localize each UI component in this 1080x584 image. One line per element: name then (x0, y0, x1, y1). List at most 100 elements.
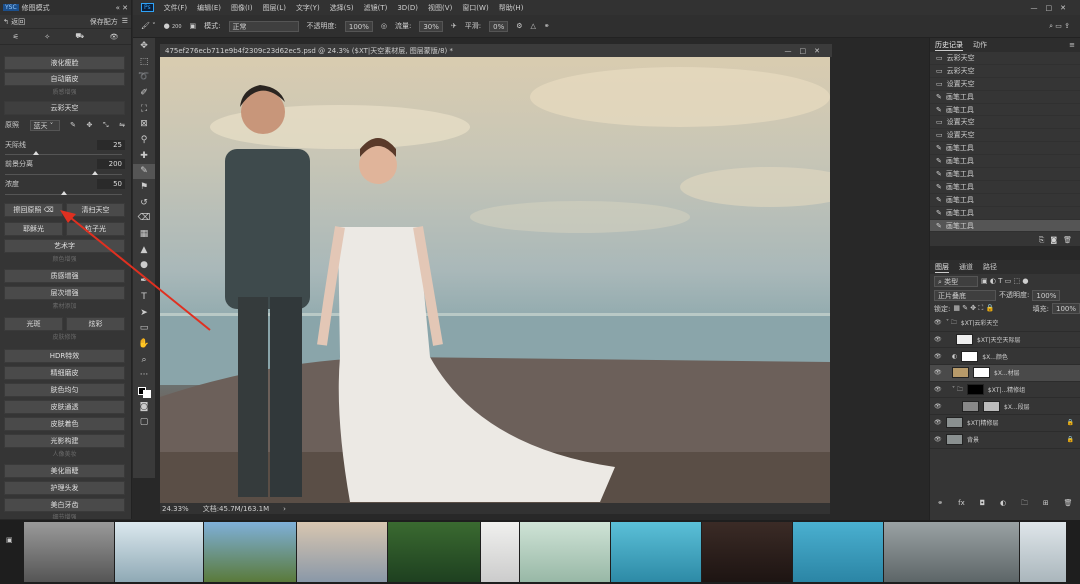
menu-icon[interactable]: ☰ (122, 17, 128, 27)
status-arrow-icon[interactable]: › (283, 505, 286, 513)
history-item[interactable]: ▭ 云彩天空 (930, 52, 1080, 65)
doc-window-controls[interactable]: —□✕ (785, 47, 828, 55)
more-icon[interactable]: ··· (133, 367, 155, 383)
flow-field[interactable]: 30% (419, 20, 443, 32)
add-mask-icon[interactable]: ◘ (980, 499, 986, 510)
history-item[interactable]: ▭ 设置天空 (930, 78, 1080, 91)
history-item[interactable]: ✎ 画笔工具 (930, 155, 1080, 169)
slider-thumb[interactable] (61, 191, 67, 195)
layer-row[interactable]: 👁 ˅ 🗀 $XT|云彩天空 (930, 315, 1080, 332)
thumbnail[interactable] (884, 522, 1019, 582)
fg-slider[interactable] (5, 171, 122, 175)
thumbnail[interactable] (24, 522, 114, 582)
eyedropper-icon[interactable]: ⚲ (133, 132, 155, 148)
layer-row[interactable]: 👁 $X...材层 (930, 365, 1080, 382)
gear-icon[interactable]: ⚙ (516, 22, 522, 30)
document-tab[interactable]: 475ef276ecb711e9b4f2309c23d62ec5.psd @ 2… (160, 44, 832, 57)
crop-tool-icon[interactable]: ⛶ (133, 101, 155, 117)
menu-help[interactable]: 帮助(H) (499, 3, 524, 13)
tab-paths[interactable]: 路径 (983, 262, 997, 272)
move-tool-icon[interactable]: ✥ (133, 38, 155, 54)
teeth-button[interactable]: 美白牙齿 (4, 498, 125, 512)
save-preset-button[interactable]: 保存配方 (90, 17, 118, 27)
transform-icon[interactable]: ⤡ (103, 121, 109, 130)
slider-value[interactable]: 50 (97, 179, 125, 189)
history-item[interactable]: ✎ 画笔工具 (930, 104, 1080, 117)
quickmask-icon[interactable]: ◙ (133, 399, 155, 415)
slider-value[interactable]: 200 (97, 159, 125, 169)
new-layer-icon[interactable]: ⊞ (1043, 499, 1049, 510)
eye-icon[interactable]: 👁 (934, 419, 942, 426)
tab-layers[interactable]: 图层 (935, 262, 949, 273)
pressure-opacity-icon[interactable]: ◎ (381, 22, 387, 30)
slider-value[interactable]: 25 (97, 140, 125, 150)
layer-row[interactable]: 👁 ◐ $X...颜色 (930, 348, 1080, 366)
history-item[interactable]: ✎ 画笔工具 (930, 168, 1080, 181)
layer-row[interactable]: 👁 $XT|精修层 🔒 (930, 415, 1080, 432)
adjustment-icon[interactable]: ◐ (1000, 499, 1006, 510)
lasso-tool-icon[interactable]: ➰ (133, 69, 155, 85)
history-item[interactable]: ▭ 设置天空 (930, 116, 1080, 130)
link-icon[interactable]: ⚭ (937, 499, 943, 510)
eye-icon[interactable]: 👁 (934, 436, 942, 443)
hair-button[interactable]: 护理头发 (4, 481, 125, 495)
history-item[interactable]: ✎ 画笔工具 (930, 181, 1080, 194)
menu-layer[interactable]: 图层(L) (263, 3, 286, 13)
thumbnail[interactable] (204, 522, 296, 582)
screen-mode-icon[interactable]: ▢ (133, 415, 155, 431)
color-swatch-icon[interactable] (133, 383, 155, 399)
camera-icon[interactable]: ◙ (1050, 236, 1057, 244)
tab-channels[interactable]: 通道 (959, 262, 973, 272)
history-item[interactable]: ✎ 画笔工具 (930, 194, 1080, 207)
layer-row[interactable]: 👁 背景 🔒 (930, 432, 1080, 449)
stamp-icon[interactable]: ⚑ (133, 179, 155, 195)
flip-icon[interactable]: ⇋ (119, 121, 125, 129)
snapshot-icon[interactable]: ⎘ (1039, 236, 1045, 245)
zoom-level[interactable]: 24.33% (162, 505, 189, 513)
lock-icons[interactable]: ▦ ✎ ✥ ⛶ 🔒 (953, 304, 994, 313)
airbrush-icon[interactable]: ✈ (451, 22, 457, 30)
search-icon[interactable]: ⌕ ▭ ⇪ (1049, 22, 1070, 31)
layer-kind-select[interactable]: ⌕ 类型 (934, 275, 978, 287)
tab-actions[interactable]: 动作 (973, 40, 987, 50)
layer-row[interactable]: 👁 $XT|天空天际层 (930, 332, 1080, 349)
sliders-icon[interactable]: ⚟ (13, 33, 19, 41)
thumbnail[interactable] (702, 522, 792, 582)
eyebrow-button[interactable]: 美化眉睫 (4, 464, 125, 478)
angle-icon[interactable]: △ (531, 22, 536, 30)
menu-filter[interactable]: 滤镜(T) (364, 3, 388, 13)
fx-icon[interactable]: fx (958, 499, 965, 510)
layer-opacity-field[interactable]: 100% (1032, 289, 1061, 301)
auto-skin-button[interactable]: 自动磨皮 (4, 72, 125, 86)
cart-icon[interactable]: ⛟ (75, 32, 84, 41)
thumbnail[interactable] (297, 522, 387, 582)
layer-row[interactable]: 👁 $X...段层 (930, 398, 1080, 416)
brush-icon[interactable]: ✎ (133, 163, 155, 180)
zoom-icon[interactable]: ⌕ (133, 352, 155, 368)
menu-3d[interactable]: 3D(D) (397, 4, 418, 12)
eye-icon[interactable]: 👁 (934, 336, 942, 343)
thumbnail[interactable] (388, 522, 480, 582)
skin-tone-button[interactable]: 皮肤着色 (4, 417, 125, 431)
spot-button[interactable]: 光斑 (4, 317, 63, 331)
smooth-field[interactable]: 0% (489, 20, 509, 32)
tab-history[interactable]: 历史记录 (935, 40, 963, 51)
eye-icon[interactable]: 👁 (934, 319, 942, 326)
thumbnail[interactable] (1020, 522, 1066, 582)
frame-tool-icon[interactable]: ⊠ (133, 116, 155, 132)
brush-tool-icon[interactable]: 🖌 ˅ (141, 22, 156, 30)
magic-icon[interactable]: ✧ (44, 33, 50, 41)
fill-field[interactable]: 100% (1051, 303, 1080, 314)
group-icon[interactable]: 🗀 (1021, 499, 1028, 510)
filmstrip-icon[interactable]: ▣ (6, 536, 13, 544)
density-slider[interactable] (5, 191, 122, 195)
menu-type[interactable]: 文字(Y) (296, 3, 320, 13)
thumbnail[interactable] (520, 522, 610, 582)
skin-clear-button[interactable]: 皮肤通透 (4, 400, 125, 414)
history-brush-icon[interactable]: ↺ (133, 195, 155, 211)
quick-select-icon[interactable]: ✐ (133, 85, 155, 101)
history-item[interactable]: ▭ 云彩天空 (930, 65, 1080, 78)
thumbnail[interactable] (793, 522, 883, 582)
brush-preset[interactable]: ● 200 (164, 22, 182, 30)
menu-select[interactable]: 选择(S) (330, 3, 354, 13)
